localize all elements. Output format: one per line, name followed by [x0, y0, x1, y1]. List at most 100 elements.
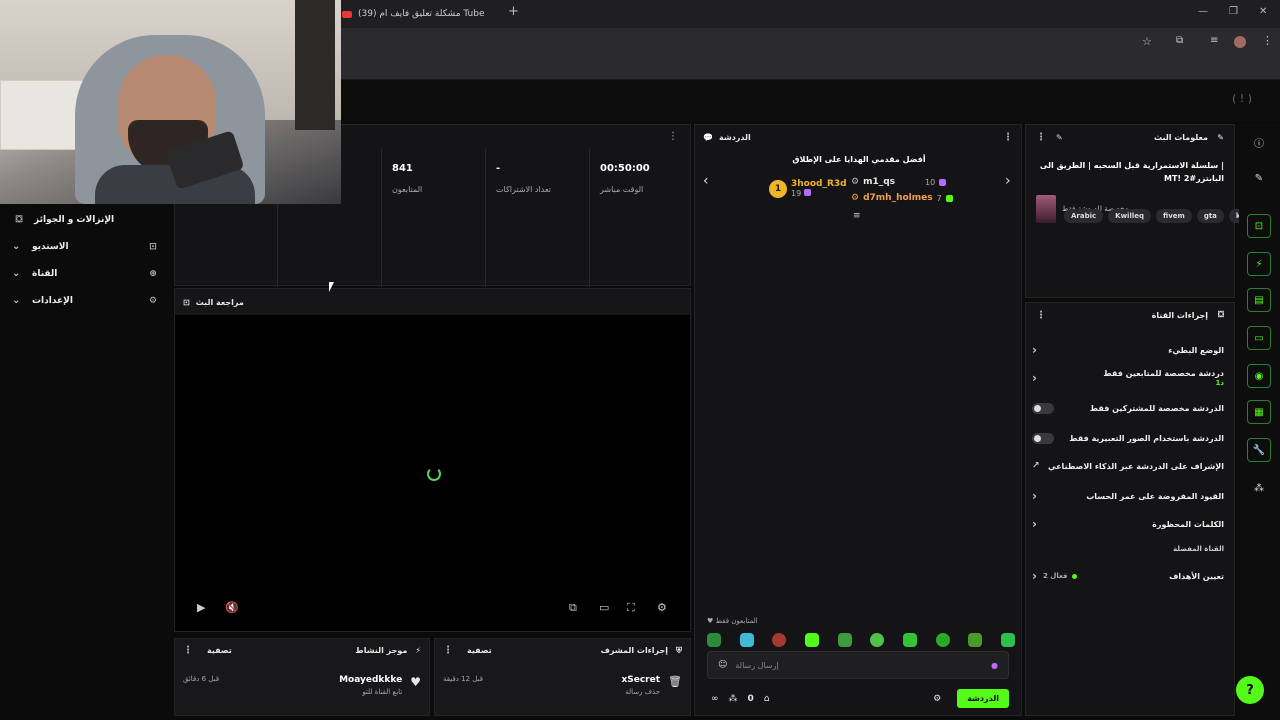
emote-icon[interactable] [902, 633, 917, 647]
tag[interactable]: fivem [1156, 209, 1192, 223]
emoji-icon[interactable]: ☺ [718, 660, 727, 670]
chevron-right-icon[interactable]: › [1005, 173, 1011, 189]
panel-title: الدردشة [718, 132, 751, 142]
bolt-icon[interactable]: ⚡ [1247, 252, 1271, 276]
emote-chat-toggle[interactable] [1032, 433, 1054, 444]
play-icon[interactable]: ▶ [197, 601, 205, 614]
sidebar-item-studio[interactable]: ⌄ الاستديو ⊡ [0, 233, 172, 260]
chevron-down-icon: ⌄ [12, 241, 21, 252]
tag[interactable]: Kwilleq [1108, 209, 1152, 223]
kebab-menu-icon[interactable]: ⋮ [1036, 310, 1046, 321]
sidebar-item-drops[interactable]: ⛋ الإنزالات و الجوائز [0, 206, 172, 233]
gifter-second[interactable]: ⚙ m1_qs 10 [851, 177, 947, 187]
emote-icon[interactable] [707, 633, 721, 647]
kebab-menu-icon[interactable]: ⋮ [443, 645, 453, 656]
chevron-down-icon: ⌄ [12, 268, 21, 279]
username[interactable]: Moayedkkke [219, 675, 402, 685]
chevron-left-icon[interactable]: ‹ [703, 173, 709, 189]
panel-title: إجراءات القناة [1151, 310, 1208, 320]
emote-icon[interactable] [772, 633, 787, 647]
new-tab-button[interactable]: + [508, 4, 519, 19]
stream-info-panel: ⋮ ✎ معلومات البث ✎ سلسلة الاستمرارية قبل… [1025, 124, 1248, 298]
theater-icon[interactable]: ▭ [599, 601, 609, 614]
gear-icon[interactable]: ⚙ [657, 601, 667, 614]
filter-button[interactable]: تصفية [467, 646, 492, 655]
action-subs-chat[interactable]: الدردشة مخصصة للمشتركين فقط [1032, 403, 1224, 414]
panel-title: مراجعة البث [195, 297, 244, 307]
channel-icon: ⛋ [1217, 310, 1224, 319]
rank-icon: ⚙ [851, 193, 860, 203]
subs-chat-toggle[interactable] [1032, 403, 1054, 414]
action-label: الوضع البطيء [1168, 345, 1224, 355]
kebab-menu-icon[interactable]: ⋮ [1036, 132, 1046, 143]
users-icon[interactable]: ⁂ [1247, 476, 1271, 500]
kebab-menu-icon[interactable]: ⋮ [183, 645, 193, 656]
stream-title: سلسلة الاستمرارية قبل السحبه | الطريق ال… [1039, 161, 1224, 183]
emote-icon[interactable] [739, 633, 754, 647]
gear-icon[interactable]: ⚙ [933, 694, 941, 704]
layout-icon[interactable]: ▦ [1247, 400, 1271, 424]
chat-send-button[interactable]: الدردشة [957, 689, 1009, 708]
points-count: 0 [747, 693, 754, 704]
gift-icon [939, 178, 947, 186]
profile-avatar[interactable] [1234, 36, 1246, 48]
kebab-menu-icon[interactable]: ⋮ [1003, 132, 1013, 143]
stats-icon[interactable]: ▤ [1247, 288, 1271, 312]
kebab-menu-icon[interactable]: ⋮ [668, 131, 678, 142]
panel-header: ⋮ ✎ معلومات البث ✎ [1026, 125, 1234, 149]
edit-icon[interactable]: ✎ [1247, 166, 1271, 190]
wrench-icon[interactable]: 🔧 [1247, 438, 1271, 462]
action-emote-chat[interactable]: الدردشة باستخدام الصور التعبيرية فقط [1032, 433, 1224, 444]
chat-input[interactable]: ☺ إرسال رسالة ● [707, 651, 1009, 679]
broadcast-icon[interactable]: ◉ [1247, 364, 1271, 388]
help-button[interactable]: ? [1236, 676, 1264, 704]
action-goals[interactable]: › فعال 2 تعيين الأهداف [1032, 569, 1224, 583]
action-age-limits[interactable]: › القيود المفروضة على عمر الحساب [1032, 489, 1224, 503]
tag[interactable]: gta [1196, 209, 1224, 223]
minimize-button[interactable]: — [1198, 6, 1208, 17]
action-slow-mode[interactable]: › الوضع البطيء [1032, 343, 1224, 357]
action-label: الكلمات المحظورة [1152, 519, 1224, 529]
extensions-icon[interactable]: ⧉ [1176, 35, 1183, 46]
expand-icon[interactable]: ≡ [853, 211, 861, 221]
tag[interactable]: Arabic [1064, 209, 1104, 223]
gifter-first[interactable]: 1 3hood_R3d 19 [769, 179, 847, 198]
sidebar-item-settings[interactable]: ⌄ الإعدادات ⚙ [0, 287, 172, 314]
store-icon[interactable]: ⌂ [764, 694, 770, 704]
logo-icon[interactable]: ( ! ) [1232, 92, 1252, 105]
filter-button[interactable]: تصفية [207, 646, 232, 655]
info-icon[interactable]: ⓘ [1247, 130, 1271, 154]
browser-tab[interactable]: مشكلة تعليق فايف ام (39) Tube [342, 4, 492, 24]
stat-live-time: 00:50:00 الوقت مباشر [589, 149, 691, 287]
action-followers-chat[interactable]: › دردشة مخصصة للمتابعين فقط 1د [1032, 369, 1224, 387]
users-icon[interactable]: ⁂ [729, 694, 738, 704]
close-window-button[interactable]: ✕ [1259, 6, 1267, 17]
emote-icon[interactable] [870, 633, 885, 647]
media-icon[interactable]: ≡ [1210, 35, 1218, 46]
emote-icon[interactable] [1000, 633, 1015, 647]
action-ai-mod[interactable]: ↗ الإشراف على الدردشة عبر الذكاء الاصطنا… [1032, 461, 1224, 471]
action-banned-words[interactable]: › الكلمات المحظورة [1032, 517, 1224, 531]
emote-icon[interactable] [935, 633, 950, 647]
menu-icon[interactable]: ⋮ [1262, 34, 1273, 47]
channel-actions-panel: ⋮ إجراءات القناة ⛋ › الوضع البطيء › دردش… [1025, 302, 1235, 716]
infinity-icon[interactable]: ∞ [711, 694, 719, 704]
edit-icon[interactable]: ✎ [1056, 133, 1063, 142]
sidebar-item-channel[interactable]: ⌄ القناة ⊕ [0, 260, 172, 287]
chat-icon[interactable]: ▭ [1247, 326, 1271, 350]
fullscreen-icon[interactable]: ⛶ [627, 601, 635, 615]
emote-icon[interactable] [968, 633, 983, 647]
chevron-right-icon: › [1032, 569, 1037, 583]
pip-icon[interactable]: ⧉ [569, 601, 577, 615]
gift-count: 19 [791, 189, 802, 198]
username[interactable]: xSecret [483, 675, 660, 685]
gifter-third[interactable]: ⚙ d7mh_holmes 7 [851, 193, 953, 203]
emote-icon[interactable] [837, 633, 852, 647]
mic-icon[interactable]: ● [991, 661, 998, 670]
mute-icon[interactable]: 🔇 [225, 601, 239, 614]
stream-preview-icon[interactable]: ⊡ [1247, 214, 1271, 238]
star-icon[interactable]: ☆ [1142, 35, 1152, 48]
stat-label: الوقت مباشر [600, 185, 644, 194]
emote-icon[interactable] [804, 633, 819, 647]
maximize-button[interactable]: ❐ [1229, 6, 1238, 17]
